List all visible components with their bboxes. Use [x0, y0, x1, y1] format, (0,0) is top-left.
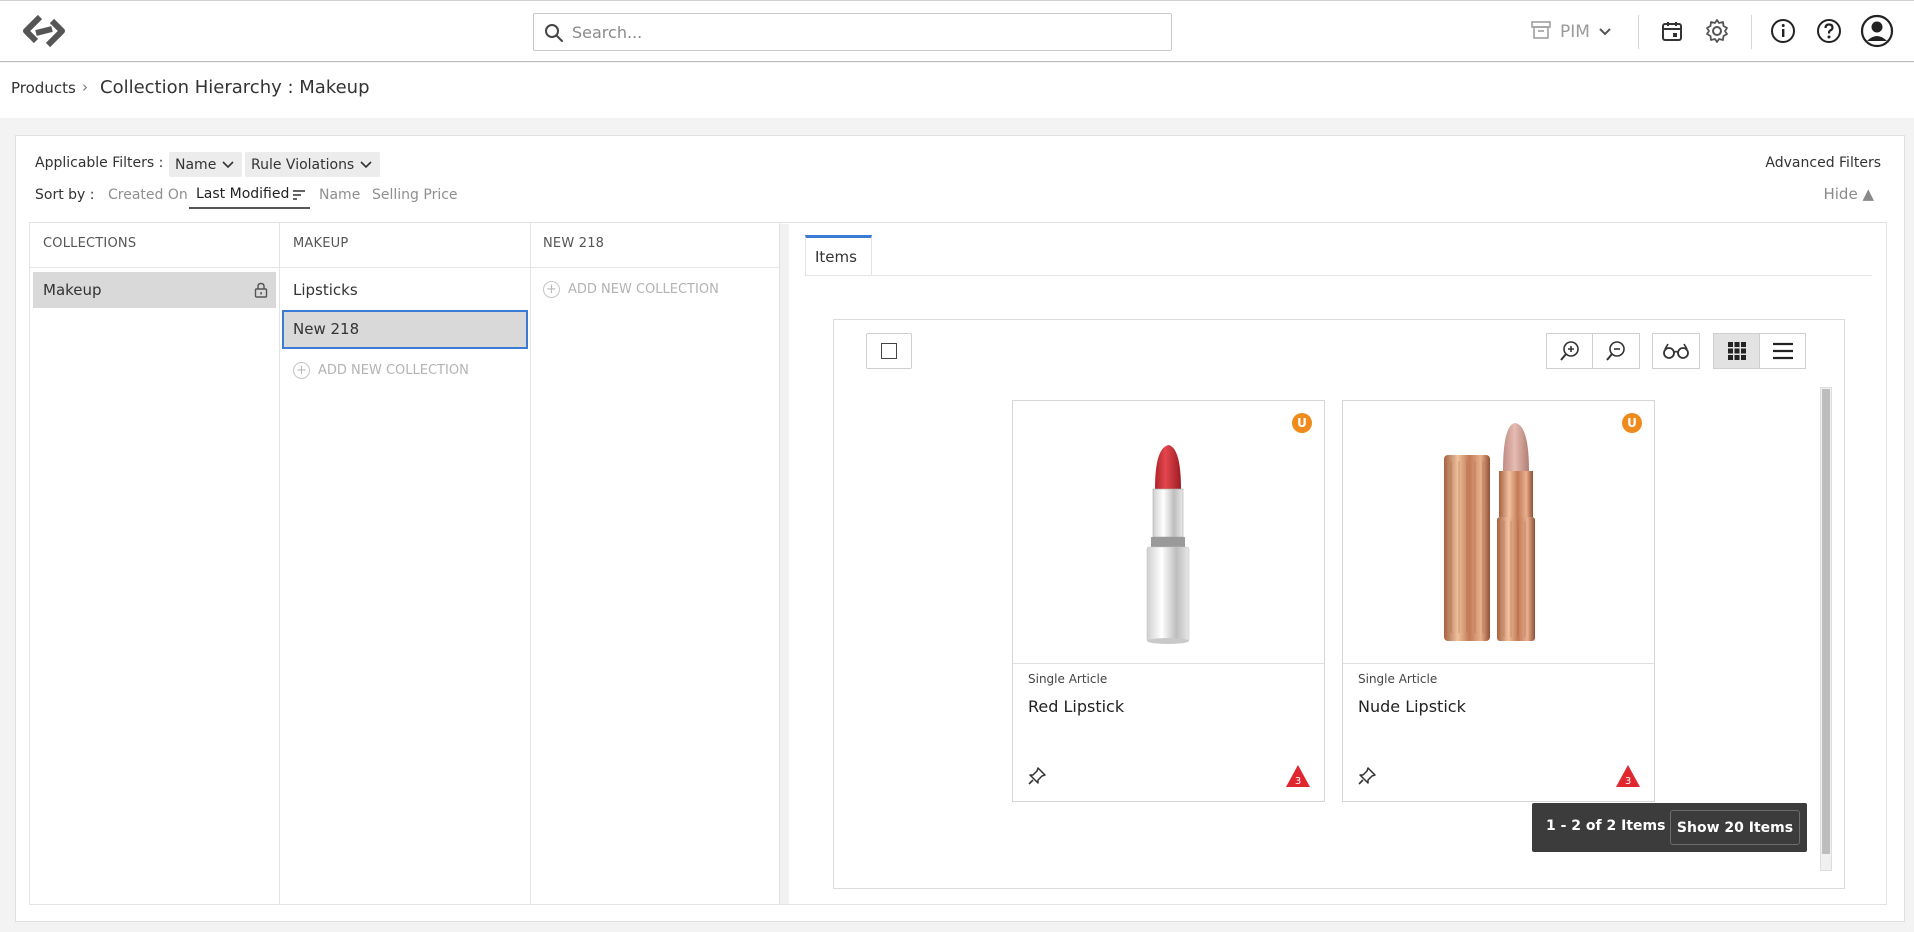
divider [805, 275, 1872, 276]
column-scrollbar[interactable] [779, 224, 789, 904]
grid-scrollbar[interactable] [1820, 387, 1832, 871]
plus-icon: + [293, 362, 310, 379]
zoom-out-icon [1606, 341, 1625, 361]
pin-icon[interactable] [1027, 766, 1047, 786]
rule-violation-warning-icon[interactable]: 3 [1285, 764, 1311, 788]
advanced-filters-link[interactable]: Advanced Filters [1765, 155, 1881, 171]
calendar-box-icon[interactable] [1656, 15, 1688, 47]
add-new-collection-button[interactable]: + ADD NEW COLLECTION [543, 281, 719, 298]
pagination-bar: 1 - 2 of 2 Items Show 20 Items [1532, 803, 1807, 852]
violation-count: 3 [1625, 776, 1631, 787]
select-all-checkbox[interactable] [866, 333, 912, 369]
show-items-button[interactable]: Show 20 Items [1670, 810, 1800, 845]
chevron-down-icon [1598, 22, 1612, 42]
column-collections [29, 222, 280, 905]
glasses-icon [1663, 343, 1689, 359]
checkbox-square [881, 343, 897, 359]
search-icon [544, 23, 564, 43]
sort-direction-icon [293, 190, 305, 200]
gear-icon[interactable] [1701, 15, 1733, 47]
search-input[interactable] [572, 20, 1152, 44]
user-avatar-icon[interactable] [1859, 13, 1895, 49]
sort-label: Sort by : [35, 187, 95, 203]
collection-item-new-218[interactable]: New 218 [282, 310, 528, 349]
list-item-label: Makeup [43, 281, 102, 299]
column-header: NEW 218 [543, 236, 605, 251]
breadcrumb-products-link[interactable]: Products [11, 79, 76, 97]
add-new-collection-button[interactable]: + ADD NEW COLLECTION [293, 362, 469, 379]
chevron-down-icon [222, 160, 234, 168]
grid-icon [1727, 342, 1746, 360]
product-card[interactable]: U Single Article Red Lipstick 3 [1012, 400, 1325, 802]
unapproved-badge: U [1622, 413, 1642, 433]
filter-chip-label: Name [175, 156, 217, 173]
pin-icon[interactable] [1357, 766, 1377, 786]
product-image: U [1343, 401, 1654, 664]
item-type: Single Article [1028, 672, 1108, 686]
sort-selling-price[interactable]: Selling Price [372, 187, 458, 203]
rule-violation-warning-icon[interactable]: 3 [1615, 764, 1641, 788]
help-icon[interactable] [1813, 15, 1845, 47]
info-icon[interactable] [1767, 15, 1799, 47]
collection-item-makeup[interactable]: Makeup [33, 272, 276, 308]
filter-chip-label: Rule Violations [251, 156, 355, 173]
chevron-down-icon [360, 160, 372, 168]
hide-filters-toggle[interactable]: Hide ▲ [1823, 185, 1874, 203]
filter-chip-rule-violations[interactable]: Rule Violations [245, 152, 381, 177]
app-logo-icon[interactable] [20, 11, 68, 51]
add-new-collection-label: ADD NEW COLLECTION [568, 282, 719, 297]
zoom-out-button[interactable] [1592, 333, 1640, 369]
grid-view-button[interactable] [1713, 333, 1760, 369]
sort-created-on[interactable]: Created On [108, 187, 188, 203]
archive-icon [1530, 19, 1552, 46]
list-view-button[interactable] [1759, 333, 1806, 369]
sort-active-label: Last Modified [196, 186, 290, 202]
breadcrumb-separator: › [82, 78, 88, 96]
search-box[interactable] [533, 13, 1172, 51]
tab-items[interactable]: Items [805, 235, 872, 275]
column-header: COLLECTIONS [43, 236, 137, 251]
divider [1638, 15, 1639, 49]
top-bar: PIM [0, 0, 1914, 62]
product-card[interactable]: U Single Article Nude Lipstick 3 [1342, 400, 1655, 802]
pagination-count: 1 - 2 of 2 Items [1546, 818, 1666, 834]
item-name[interactable]: Nude Lipstick [1358, 697, 1466, 716]
show-items-label: Show 20 Items [1676, 819, 1794, 836]
breadcrumb: Products › Collection Hierarchy : Makeup [0, 63, 1914, 118]
zoom-in-icon [1559, 341, 1579, 361]
column-new-218 [531, 222, 780, 905]
product-image: U [1013, 401, 1324, 664]
list-item-label: New 218 [293, 320, 360, 338]
sort-last-modified[interactable]: Last Modified [189, 183, 310, 209]
scrollbar-thumb[interactable] [1822, 389, 1830, 854]
add-new-collection-label: ADD NEW COLLECTION [318, 363, 469, 378]
sort-name[interactable]: Name [319, 187, 360, 203]
page-title: Collection Hierarchy : Makeup [100, 77, 370, 98]
app-switcher[interactable]: PIM [1530, 17, 1612, 47]
preview-button[interactable] [1652, 333, 1700, 369]
item-name[interactable]: Red Lipstick [1028, 697, 1124, 716]
unapproved-badge: U [1292, 413, 1312, 433]
app-switcher-label: PIM [1560, 22, 1590, 42]
divider [1751, 15, 1752, 49]
filters-label: Applicable Filters : [35, 155, 164, 171]
lock-icon [254, 282, 268, 298]
tab-label: Items [815, 248, 857, 266]
filter-chip-name[interactable]: Name [169, 152, 243, 177]
plus-icon: + [543, 281, 560, 298]
collection-item-lipsticks[interactable]: Lipsticks [293, 281, 358, 299]
zoom-in-button[interactable] [1546, 333, 1593, 369]
column-header: MAKEUP [293, 236, 349, 251]
item-type: Single Article [1358, 672, 1438, 686]
violation-count: 3 [1295, 776, 1301, 787]
divider [30, 267, 779, 268]
list-icon [1772, 342, 1793, 360]
